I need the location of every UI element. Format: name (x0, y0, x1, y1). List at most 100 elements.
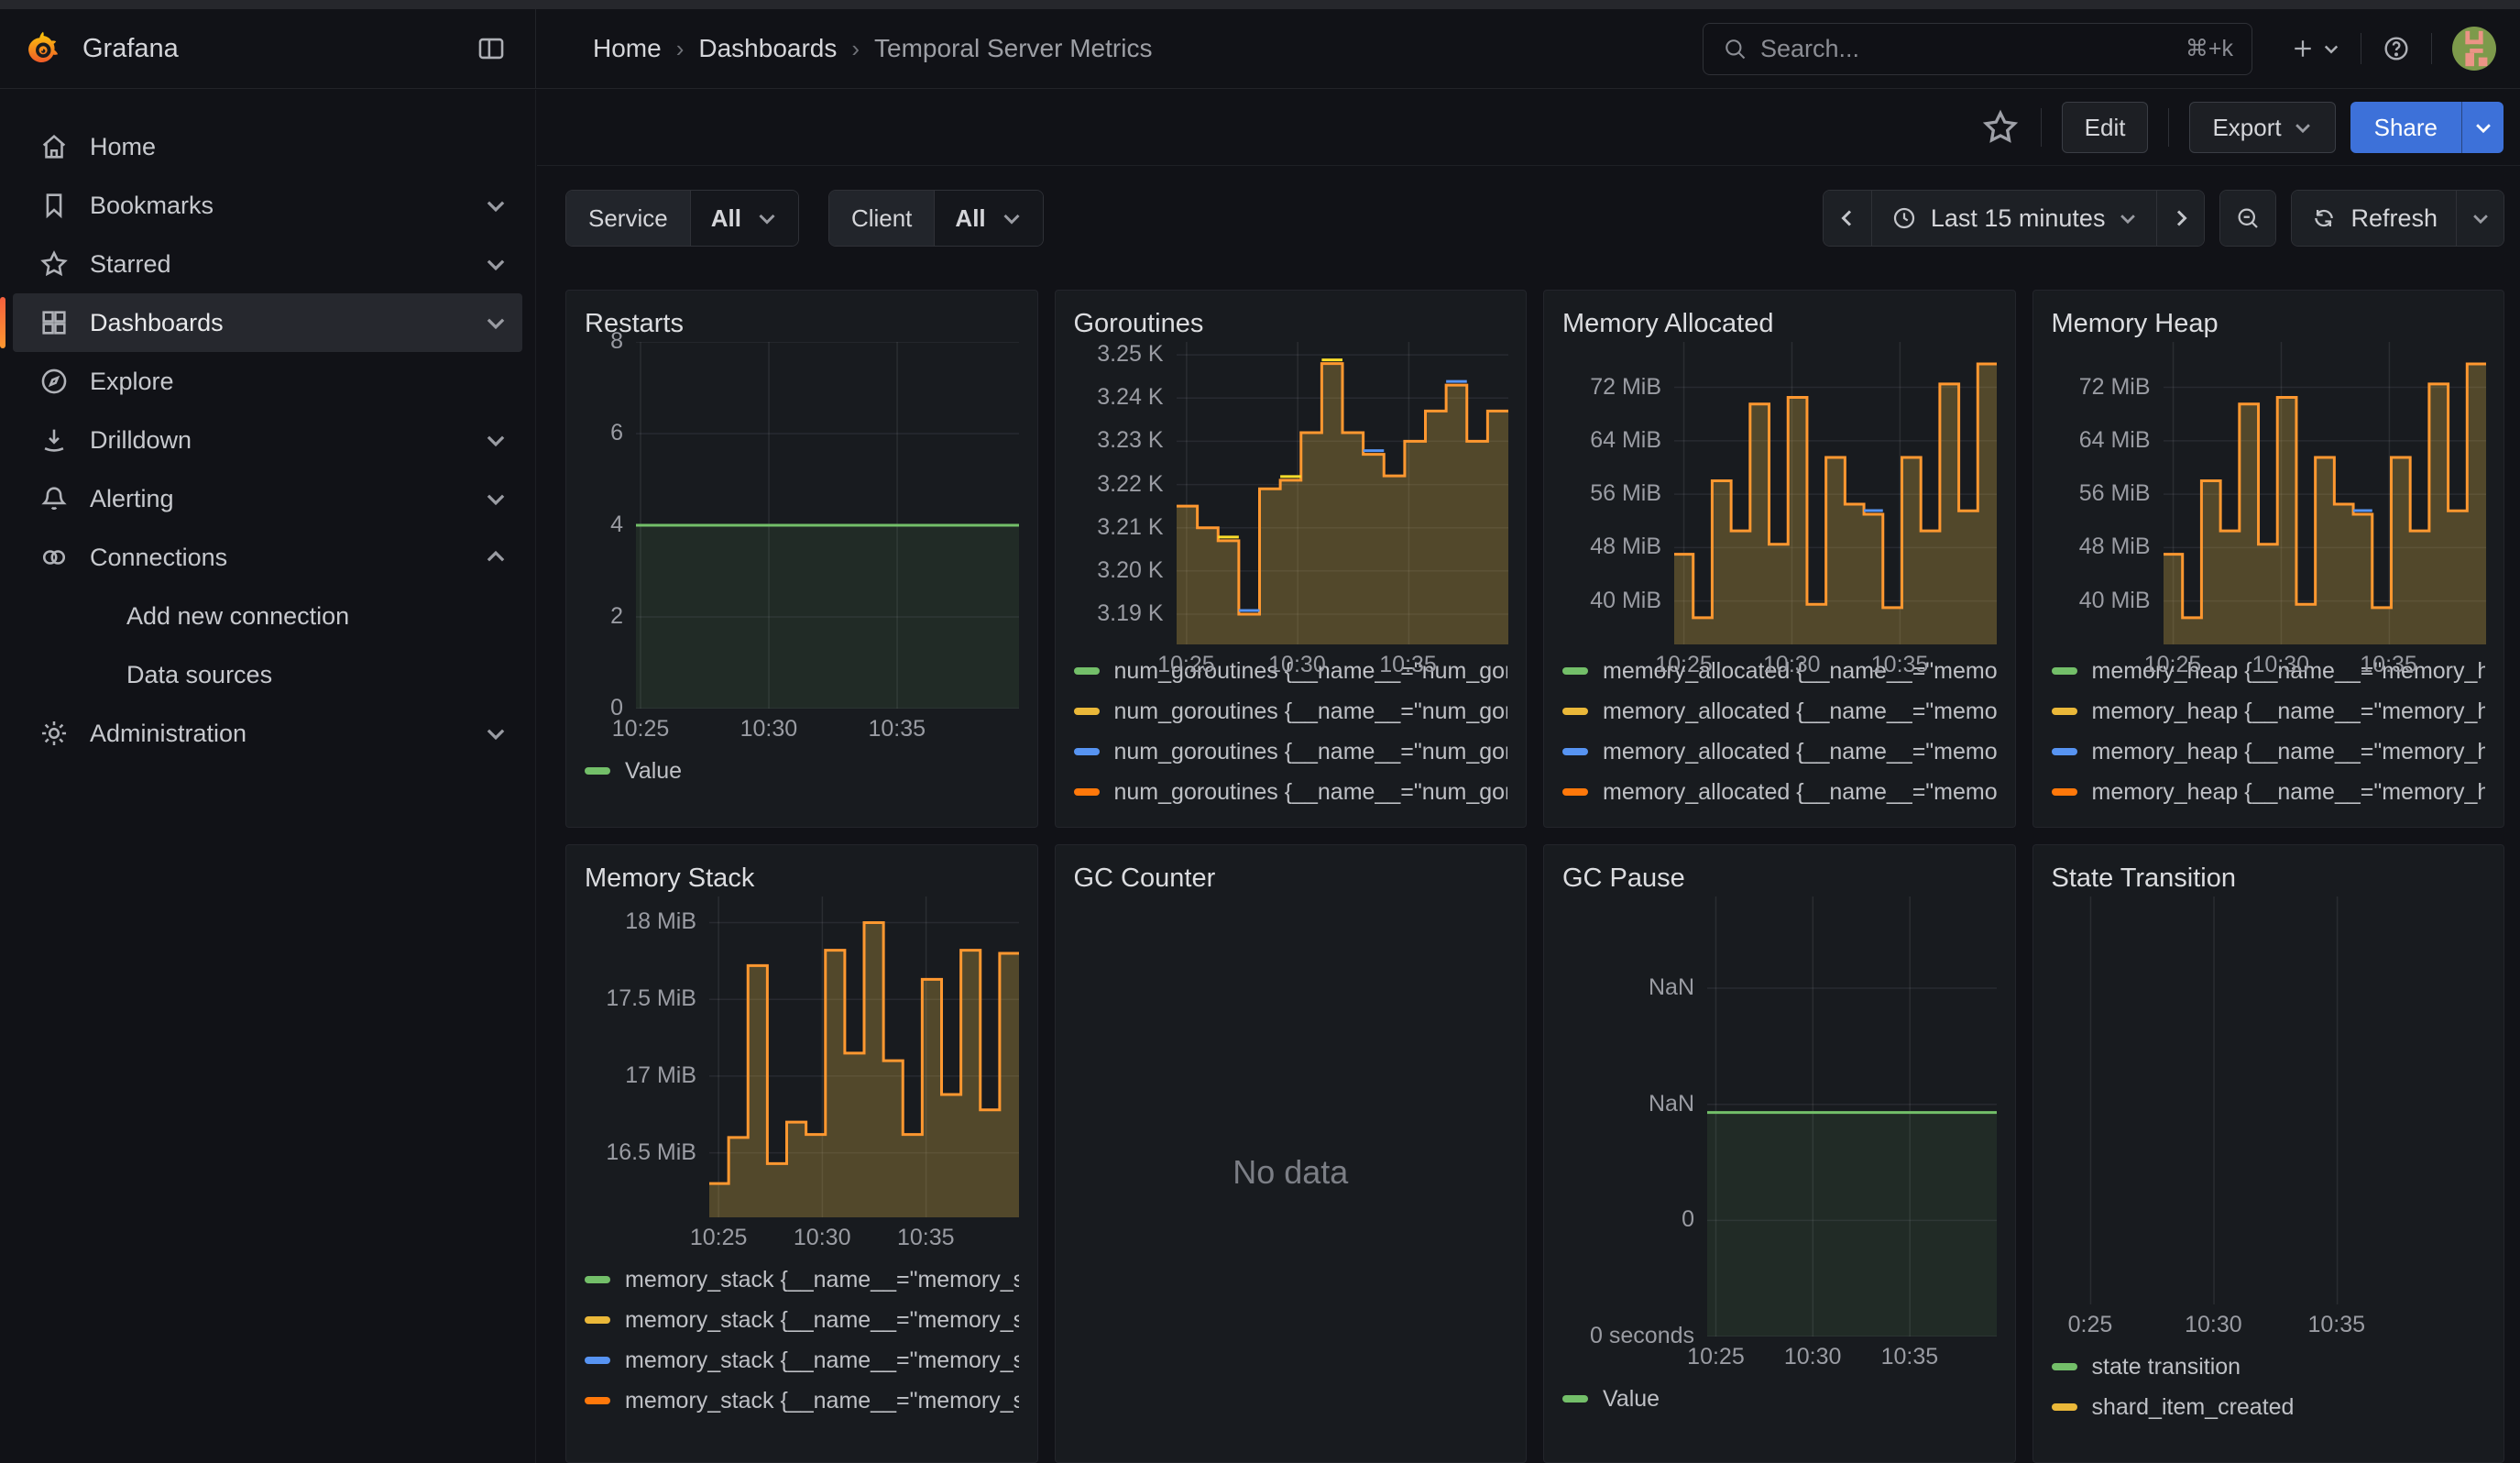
plot-area[interactable] (2164, 342, 2486, 644)
legend-label: num_goroutines {__name__="num_goroutines… (1114, 739, 1508, 765)
y-tick-label: 72 MiB (1590, 374, 1661, 401)
chart-svg (2061, 896, 2486, 1304)
legend-label: num_goroutines {__name__="num_goroutines… (1114, 698, 1508, 725)
client-filter-selected: All (955, 204, 985, 233)
sidebar-item-drilldown[interactable]: Drilldown (13, 411, 522, 469)
y-tick-label: 64 MiB (1590, 427, 1661, 454)
legend-label: num_goroutines {__name__="num_goroutines… (1114, 779, 1508, 806)
share-dropdown-button[interactable] (2461, 102, 2504, 153)
legend-item[interactable]: Value (1562, 1379, 1997, 1419)
legend: Value (1562, 1375, 1997, 1419)
legend-label: shard_item_created (2092, 1394, 2295, 1421)
sidebar-item-alerting[interactable]: Alerting (13, 469, 522, 528)
chart-area: 0 seconds0NaNNaN (1562, 896, 1997, 1336)
chevron-down-icon (2293, 117, 2313, 138)
sidebar-item-connections[interactable]: Connections (13, 528, 522, 587)
sidebar-item-data-sources[interactable]: Data sources (13, 645, 522, 704)
time-range-picker[interactable]: Last 15 minutes (1871, 191, 2157, 246)
legend-item[interactable]: memory_heap {__name__="memory_heap" (2052, 772, 2486, 812)
search-field[interactable] (1760, 35, 2173, 63)
refresh-button[interactable]: Refresh (2292, 191, 2456, 246)
plot-area[interactable] (709, 896, 1019, 1217)
x-tick-label: 0:25 (2068, 1312, 2113, 1338)
panel-title: Memory Stack (585, 860, 1019, 896)
sidebar-item-label: Add new connection (126, 602, 349, 631)
share-button[interactable]: Share (2350, 102, 2461, 153)
chart-area: 40 MiB48 MiB56 MiB64 MiB72 MiB (2052, 342, 2486, 644)
time-shift-back-button[interactable] (1824, 191, 1871, 246)
plus-icon (2289, 35, 2317, 62)
legend-item[interactable]: memory_allocated {__name__="memory_alloc… (1562, 732, 1997, 772)
chart-svg (1674, 342, 1997, 644)
y-tick-label: 16.5 MiB (606, 1139, 696, 1166)
legend-swatch (585, 1397, 610, 1404)
sidebar-item-dashboards[interactable]: Dashboards (13, 293, 522, 352)
chevron-down-icon (484, 311, 508, 335)
legend-item[interactable]: num_goroutines {__name__="num_goroutines… (1074, 732, 1508, 772)
panel-gc-pause: GC Pause0 seconds0NaNNaN10:2510:3010:35V… (1543, 844, 2016, 1463)
legend-item[interactable]: memory_stack {__name__="memory_stack" (585, 1340, 1019, 1380)
legend-swatch (1562, 708, 1588, 715)
x-tick-label: 10:30 (2252, 652, 2310, 678)
legend-item[interactable]: memory_stack {__name__="memory_stack" (585, 1300, 1019, 1340)
favorite-star-icon[interactable] (1980, 107, 2021, 148)
breadcrumb-home[interactable]: Home (593, 34, 662, 63)
legend-item[interactable]: state transition (2052, 1347, 2486, 1387)
chart-area (2052, 896, 2486, 1304)
search-input[interactable]: ⌘+k (1703, 23, 2252, 75)
sidebar-item-starred[interactable]: Starred (13, 235, 522, 293)
export-button-label: Export (2212, 114, 2281, 142)
legend-item[interactable]: memory_heap {__name__="memory_heap" (2052, 691, 2486, 732)
y-tick-label: 72 MiB (2079, 374, 2151, 401)
legend-label: memory_stack {__name__="memory_stack" (625, 1348, 1019, 1374)
sidebar-item-bookmarks[interactable]: Bookmarks (13, 176, 522, 235)
legend-label: memory_stack {__name__="memory_stack" (625, 1307, 1019, 1334)
edit-button[interactable]: Edit (2062, 102, 2149, 153)
sidebar-item-explore[interactable]: Explore (13, 352, 522, 411)
legend-swatch (1074, 667, 1100, 675)
plot-area[interactable] (1177, 342, 1508, 644)
chevron-down-icon (484, 721, 508, 745)
client-filter-value[interactable]: All (935, 191, 1042, 246)
panel-title: State Transition (2052, 860, 2486, 896)
x-tick-label: 10:30 (1784, 1344, 1842, 1370)
panel-title: Restarts (585, 305, 1019, 342)
add-button[interactable] (2289, 35, 2340, 62)
zoom-out-button[interactable] (2220, 191, 2275, 246)
sidebar-toggle-icon[interactable] (471, 28, 511, 69)
sidebar-item-label: Administration (90, 720, 247, 748)
divider (2168, 108, 2169, 147)
time-shift-forward-button[interactable] (2156, 191, 2204, 246)
y-tick-label: 4 (610, 512, 623, 538)
sidebar-item-home[interactable]: Home (13, 117, 522, 176)
sidebar-item-label: Dashboards (90, 309, 224, 337)
y-tick-label: 17.5 MiB (606, 985, 696, 1012)
plot-area[interactable] (1674, 342, 1997, 644)
legend-item[interactable]: memory_allocated {__name__="memory_alloc… (1562, 691, 1997, 732)
legend-item[interactable]: memory_allocated {__name__="memory_alloc… (1562, 772, 1997, 812)
chevron-down-icon (1001, 207, 1023, 229)
legend-item[interactable]: num_goroutines {__name__="num_goroutines… (1074, 691, 1508, 732)
legend-item[interactable]: num_goroutines {__name__="num_goroutines… (1074, 772, 1508, 812)
service-filter-value[interactable]: All (691, 191, 798, 246)
plot-area[interactable] (1707, 896, 1997, 1336)
legend-label: state transition (2092, 1354, 2241, 1380)
sidebar-item-add-new-connection[interactable]: Add new connection (13, 587, 522, 645)
plot-area[interactable] (636, 342, 1019, 709)
sidebar-item-administration[interactable]: Administration (13, 704, 522, 763)
legend-item[interactable]: memory_heap {__name__="memory_heap" (2052, 732, 2486, 772)
legend-item[interactable]: Value (585, 751, 1019, 791)
plot-area[interactable] (2061, 896, 2486, 1304)
x-tick-label: 10:35 (1871, 652, 1929, 678)
legend-item[interactable]: memory_stack {__name__="memory_stack" (585, 1380, 1019, 1421)
help-button[interactable] (2382, 34, 2411, 63)
export-button[interactable]: Export (2189, 102, 2335, 153)
refresh-interval-button[interactable] (2456, 191, 2504, 246)
legend-swatch (585, 767, 610, 775)
breadcrumb-dashboards[interactable]: Dashboards (698, 34, 837, 63)
legend-item[interactable]: shard_item_created (2052, 1387, 2486, 1427)
grafana-logo-icon (24, 29, 62, 68)
legend-item[interactable]: memory_stack {__name__="memory_stack" (585, 1260, 1019, 1300)
user-avatar[interactable] (2452, 27, 2496, 71)
panel-restarts: Restarts0246810:2510:3010:35Value (565, 290, 1038, 828)
